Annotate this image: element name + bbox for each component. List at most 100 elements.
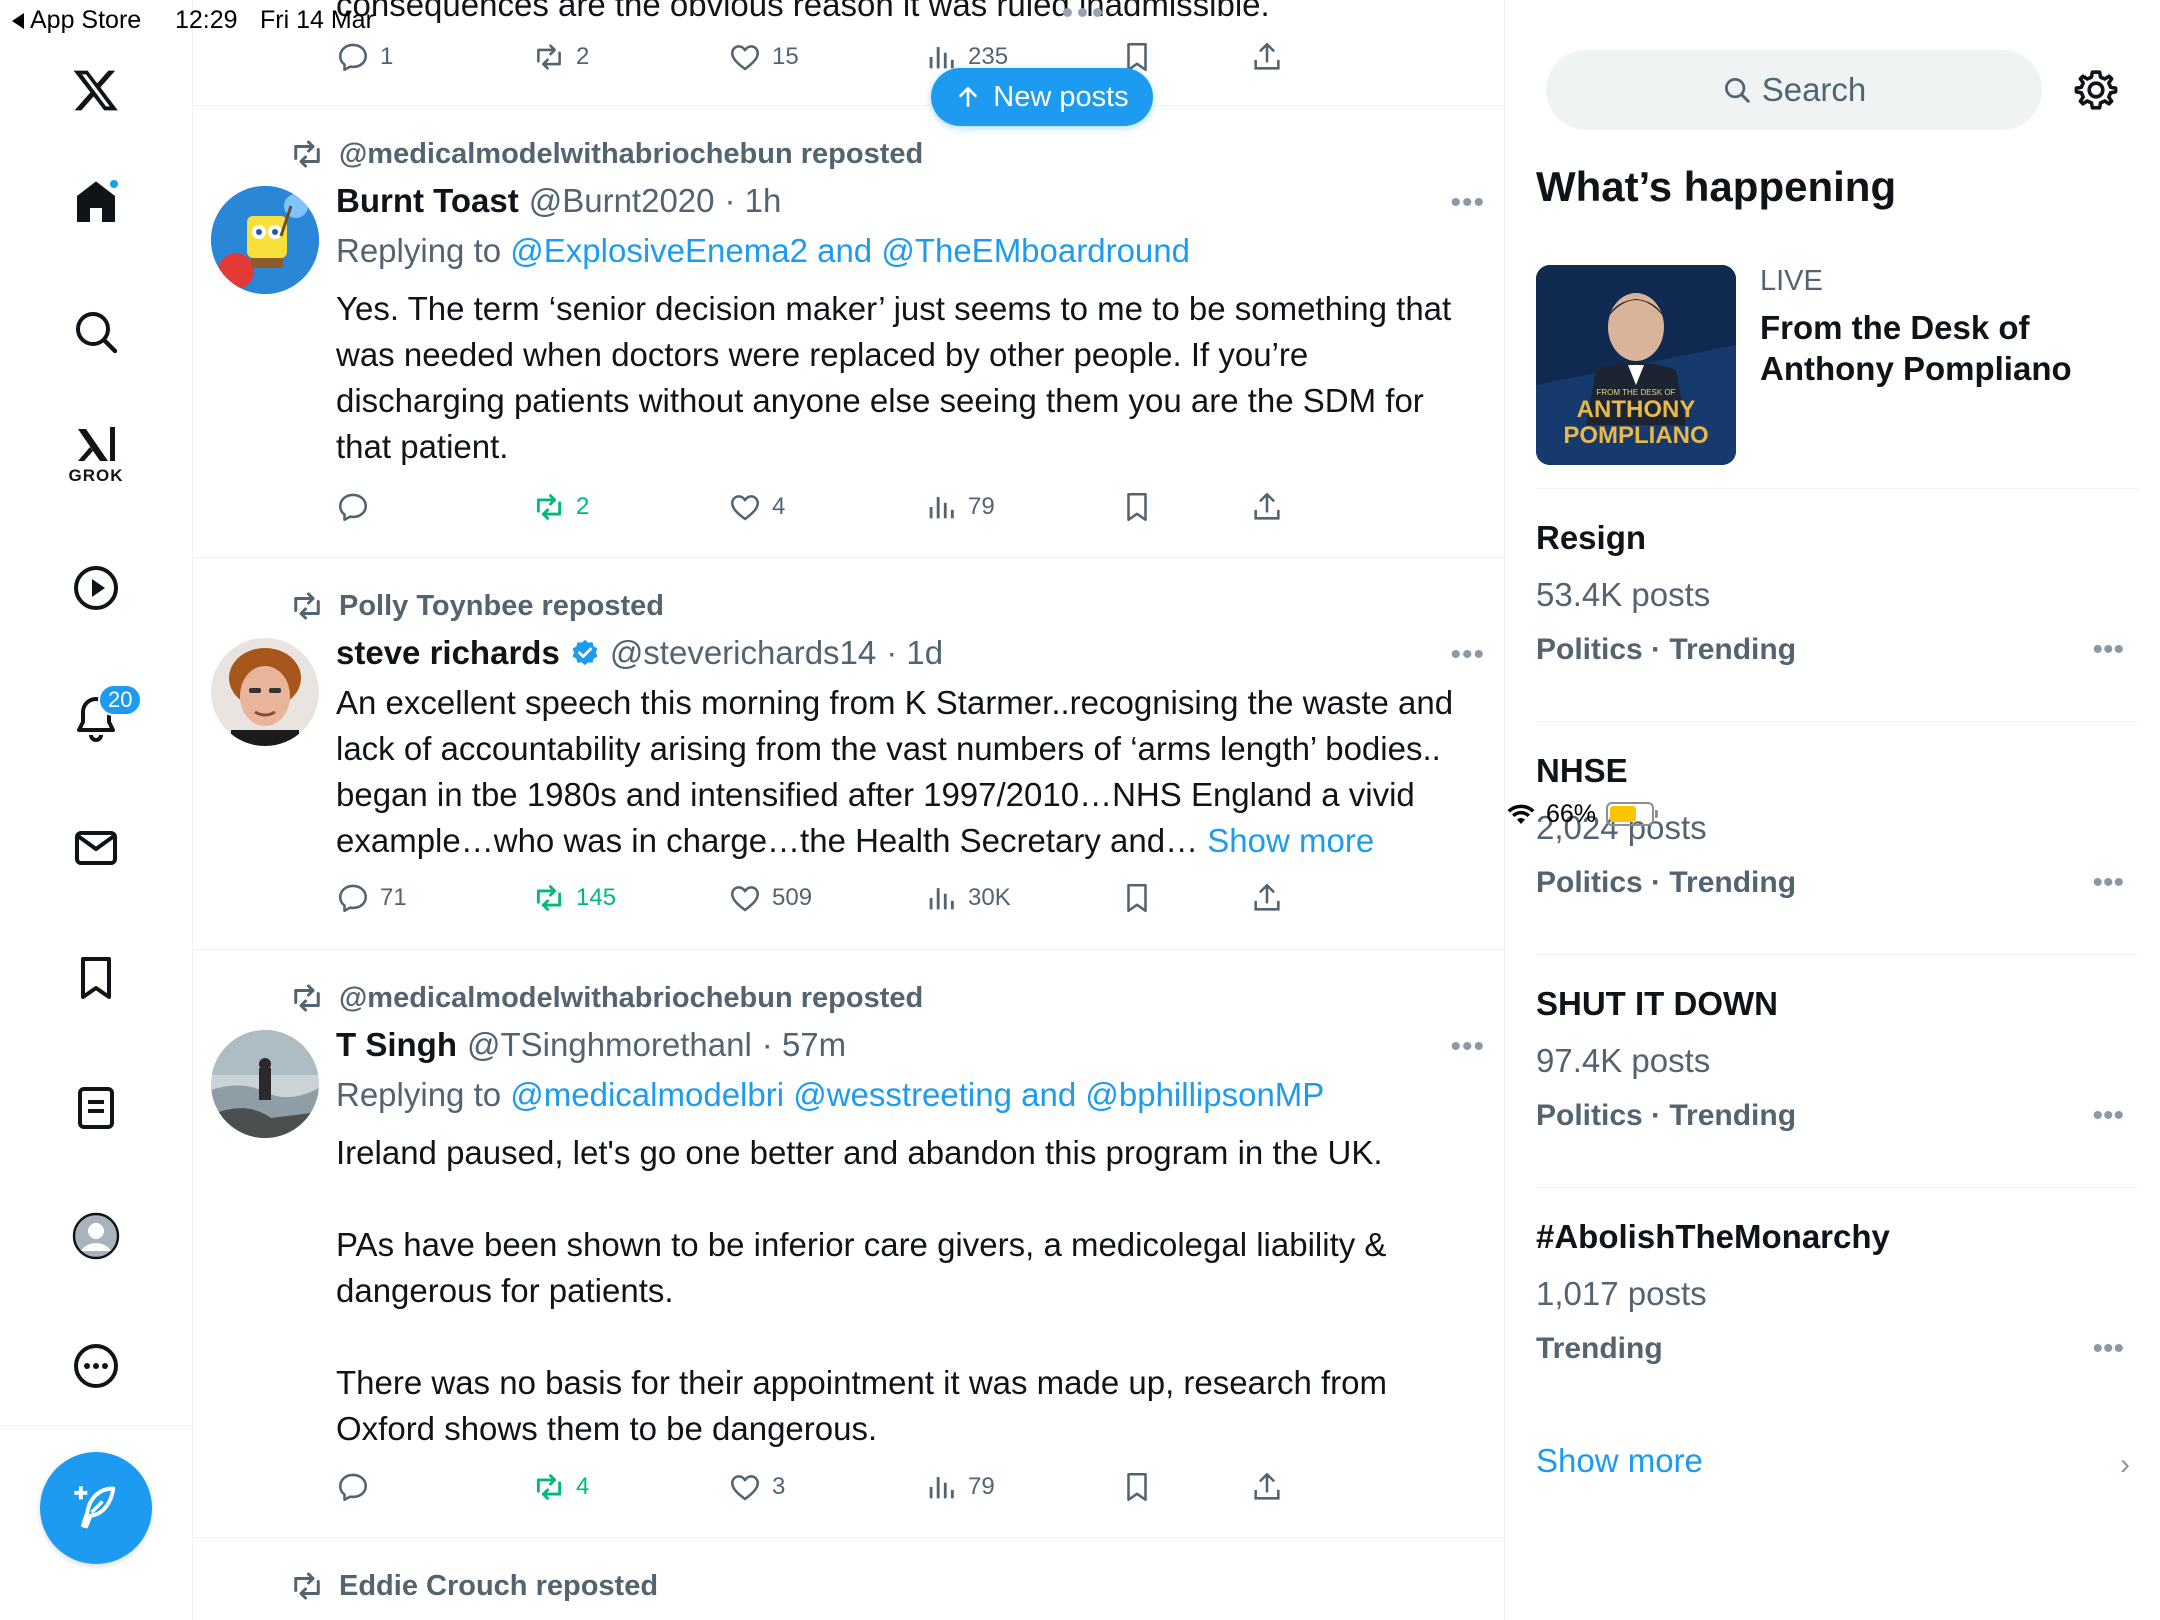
mail-icon: [75, 831, 117, 865]
left-nav: GROK 20: [0, 0, 193, 1620]
author-name[interactable]: steve richards: [336, 634, 560, 672]
post-steve-richards[interactable]: Polly Toynbee reposted steve richards @s…: [193, 558, 1504, 950]
nav-notifications[interactable]: 20: [60, 682, 143, 754]
author-handle[interactable]: @Burnt2020: [529, 182, 715, 220]
views-button[interactable]: 30K: [924, 881, 1011, 915]
like-count: 3: [772, 1473, 786, 1500]
nav-grok[interactable]: GROK: [60, 418, 132, 490]
reposted-by: Polly Toynbee reposted: [339, 589, 664, 622]
share-button[interactable]: [1250, 490, 1284, 524]
nav-more[interactable]: [60, 1330, 132, 1402]
repost-attribution: @medicalmodelwithabriochebun reposted: [289, 980, 923, 1016]
replying-to: Replying to @medicalmodelbri @wesstreeti…: [336, 1076, 1324, 1114]
nav-bookmarks[interactable]: [60, 942, 132, 1014]
back-to-app-store[interactable]: App Store: [12, 6, 141, 35]
repost-icon: [536, 1474, 562, 1500]
repost-count: 145: [576, 884, 617, 911]
reply-button[interactable]: 71: [336, 881, 407, 915]
new-posts-button[interactable]: New posts: [931, 68, 1153, 126]
nav-video[interactable]: [60, 552, 132, 624]
heart-icon: [730, 45, 760, 71]
like-button[interactable]: 3: [728, 1470, 785, 1504]
bookmark-button[interactable]: [1120, 881, 1154, 915]
post-t-singh[interactable]: @medicalmodelwithabriochebun reposted T …: [193, 950, 1504, 1538]
repost-icon: [537, 44, 561, 70]
wifi-icon: [1507, 804, 1535, 824]
post-eddie-crouch[interactable]: Eddie Crouch reposted: [193, 1538, 1504, 1620]
battery-percent: 66%: [1546, 799, 1597, 828]
heart-icon: [730, 886, 760, 912]
post-time: · 1d: [886, 634, 944, 671]
back-arrow-icon: [12, 12, 24, 29]
reply-count: 71: [380, 884, 407, 911]
post-header: steve richards @steverichards14 · 1d: [336, 634, 943, 672]
author-handle[interactable]: @TSinghmorethanl: [467, 1026, 752, 1064]
nav-messages[interactable]: [60, 812, 132, 884]
bookmark-button[interactable]: [1120, 490, 1154, 524]
home-unread-dot: [108, 178, 120, 190]
multitask-dots-icon[interactable]: [1063, 8, 1102, 17]
bookmark-icon: [1127, 492, 1147, 522]
repost-button[interactable]: 2: [532, 490, 589, 524]
reply-button[interactable]: 1: [336, 40, 393, 74]
views-button[interactable]: 79: [924, 1470, 995, 1504]
like-button[interactable]: 15: [728, 40, 799, 74]
reply-button[interactable]: [336, 490, 380, 524]
back-label: App Store: [30, 6, 142, 34]
show-more-link[interactable]: Show more: [1207, 822, 1374, 859]
nav-explore[interactable]: [60, 296, 132, 368]
repost-icon: [536, 885, 562, 911]
search-icon: [76, 312, 118, 354]
avatar-t-singh[interactable]: [211, 1030, 319, 1138]
bookmark-icon: [1127, 883, 1147, 913]
like-button[interactable]: 509: [728, 881, 812, 915]
views-button[interactable]: 79: [924, 490, 995, 524]
battery-icon: [1606, 802, 1659, 826]
repost-button[interactable]: 2: [532, 40, 589, 74]
bookmark-icon: [81, 957, 111, 999]
post-body: Ireland paused, let's go one better and …: [336, 1134, 1387, 1447]
post-more-button[interactable]: •••: [1450, 1030, 1485, 1064]
reposted-by: Eddie Crouch reposted: [339, 1569, 659, 1602]
repost-icon: [294, 1572, 320, 1600]
nav-home[interactable]: [60, 166, 132, 238]
avatar-burnt-toast[interactable]: [211, 186, 319, 294]
like-count: 4: [772, 493, 786, 520]
replying-to-links[interactable]: @medicalmodelbri @wesstreeting and @bphi…: [510, 1076, 1324, 1113]
post-burnt-toast[interactable]: @medicalmodelwithabriochebun reposted Bu…: [193, 106, 1504, 558]
author-name[interactable]: T Singh: [336, 1026, 457, 1064]
repost-button[interactable]: 145: [532, 881, 616, 915]
repost-icon: [294, 984, 320, 1012]
author-name[interactable]: Burnt Toast: [336, 182, 519, 220]
reply-icon: [338, 884, 368, 913]
replying-to-links[interactable]: @ExplosiveEnema2 and @TheEMboardround: [510, 232, 1190, 269]
bookmark-button[interactable]: [1120, 1470, 1154, 1504]
view-count: 79: [968, 493, 995, 520]
reply-button[interactable]: [336, 1470, 380, 1504]
repost-button[interactable]: 4: [532, 1470, 589, 1504]
nav-profile[interactable]: [60, 1200, 132, 1272]
more-circle-icon: [74, 1344, 118, 1388]
post-more-button[interactable]: •••: [1450, 186, 1485, 220]
repost-attribution: Eddie Crouch reposted: [289, 1568, 658, 1604]
like-button[interactable]: 4: [728, 490, 785, 524]
views-chart-icon: [929, 1477, 954, 1499]
x-logo-icon[interactable]: [60, 54, 132, 126]
share-button[interactable]: [1250, 1470, 1284, 1504]
post-time: · 57m: [761, 1026, 847, 1063]
verified-badge-icon: [572, 639, 598, 666]
compose-post-button[interactable]: [40, 1452, 152, 1564]
nav-lists[interactable]: [60, 1072, 132, 1144]
profile-avatar-icon: [72, 1212, 120, 1260]
status-bar: App Store 12:29 Fri 14 Mar 66%: [0, 0, 2160, 828]
share-button[interactable]: [1250, 881, 1284, 915]
repost-icon: [294, 592, 320, 620]
author-handle[interactable]: @steverichards14: [610, 634, 876, 672]
bookmark-icon: [1127, 1472, 1147, 1502]
post-time: · 1h: [724, 182, 782, 219]
avatar-steve-richards[interactable]: [211, 638, 319, 746]
like-count: 15: [772, 43, 799, 70]
share-button[interactable]: [1250, 40, 1284, 74]
share-icon: [1254, 42, 1280, 70]
post-more-button[interactable]: •••: [1450, 638, 1485, 672]
